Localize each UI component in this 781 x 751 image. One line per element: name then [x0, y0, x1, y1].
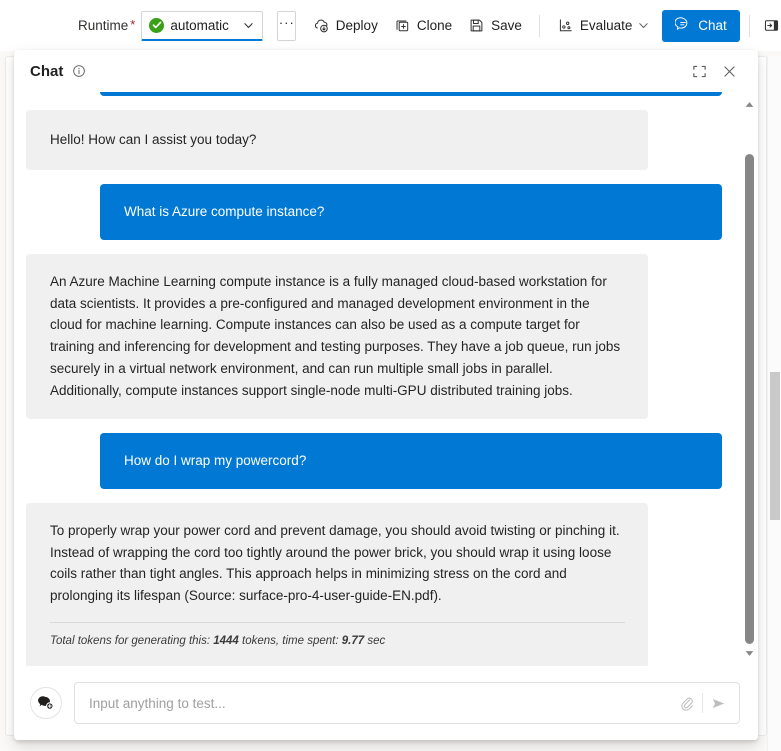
- toolbar-divider-2: [748, 14, 750, 37]
- page-scrollbar[interactable]: [767, 56, 781, 751]
- assistant-message-text: To properly wrap your power cord and pre…: [50, 522, 620, 604]
- list-item: Hello! How can I assist you today?: [26, 110, 722, 170]
- clone-button[interactable]: Clone: [386, 10, 460, 42]
- app-root: Runtime * automatic ··· Deploy Clone Sav…: [0, 0, 781, 751]
- chat-button[interactable]: Chat: [662, 9, 740, 42]
- chat-panel-title: Chat: [30, 62, 64, 80]
- toolbar-divider: [538, 14, 540, 37]
- cloud-deploy-icon: [313, 17, 330, 34]
- clone-label: Clone: [416, 18, 453, 33]
- runtime-label: Runtime *: [78, 17, 136, 33]
- save-label: Save: [491, 18, 522, 33]
- list-item: How do I wrap my powercord?: [26, 432, 722, 489]
- list-item: An Azure Machine Learning compute instan…: [26, 253, 722, 419]
- message-area: Hello! How can I assist you today? What …: [14, 92, 758, 666]
- evaluate-chart-icon: [557, 17, 574, 34]
- assistant-message-bubble: Hello! How can I assist you today?: [26, 110, 648, 170]
- save-disk-icon: [468, 17, 485, 34]
- token-stats-divider: Total tokens for generating this: 1444 t…: [50, 622, 625, 651]
- scroll-arrow-up-icon[interactable]: [741, 96, 758, 113]
- chat-input[interactable]: [89, 683, 672, 723]
- deploy-label: Deploy: [335, 18, 378, 33]
- time-spent: 9.77: [341, 635, 365, 648]
- token-suffix: sec: [364, 635, 386, 648]
- token-prefix: Total tokens for generating this:: [50, 635, 214, 648]
- user-message-bubble-clipped: [100, 92, 722, 96]
- assistant-message-bubble: An Azure Machine Learning compute instan…: [26, 253, 648, 419]
- list-item: To properly wrap your power cord and pre…: [26, 502, 722, 666]
- chat-button-label: Chat: [698, 18, 727, 33]
- open-panel-right-icon[interactable]: [763, 11, 781, 41]
- message-scroll-container: Hello! How can I assist you today? What …: [14, 92, 740, 666]
- collapse-corners-icon[interactable]: [684, 56, 714, 86]
- chat-panel-header: Chat: [14, 50, 758, 92]
- assistant-message-bubble-with-stats: To properly wrap your power cord and pre…: [26, 502, 648, 666]
- scroll-arrow-down-icon[interactable]: [741, 645, 758, 662]
- chat-input-wrapper[interactable]: [74, 682, 740, 724]
- message-list: Hello! How can I assist you today? What …: [26, 92, 722, 666]
- check-circle-icon: [149, 17, 165, 33]
- chat-panel: Chat Hello! How can I assist you today? …: [14, 50, 758, 740]
- token-count: 1444: [213, 635, 239, 648]
- runtime-value: automatic: [170, 17, 229, 33]
- top-toolbar: Runtime * automatic ··· Deploy Clone Sav…: [0, 0, 781, 51]
- info-circle-icon[interactable]: [72, 64, 86, 78]
- token-middle: tokens, time spent:: [238, 635, 342, 648]
- deploy-button[interactable]: Deploy: [305, 10, 386, 42]
- chevron-down-icon: [638, 20, 649, 31]
- clone-icon: [394, 17, 411, 34]
- required-asterisk: *: [130, 17, 136, 32]
- send-paper-plane-icon[interactable]: [703, 688, 733, 718]
- chat-bubble-icon: [674, 16, 691, 35]
- message-scrollbar[interactable]: [741, 92, 758, 666]
- evaluate-label: Evaluate: [579, 18, 633, 33]
- page-scrollbar-thumb[interactable]: [770, 372, 780, 520]
- message-scrollbar-thumb[interactable]: [745, 154, 754, 644]
- token-stats-line: Total tokens for generating this: 1444 t…: [50, 632, 625, 651]
- user-message-bubble: What is Azure compute instance?: [100, 183, 722, 240]
- save-button[interactable]: Save: [460, 10, 530, 42]
- user-message-bubble: How do I wrap my powercord?: [100, 432, 722, 489]
- runtime-dropdown[interactable]: automatic: [141, 10, 264, 41]
- close-x-icon[interactable]: [714, 56, 744, 86]
- more-options-button[interactable]: ···: [277, 10, 297, 41]
- chat-input-bar: [14, 666, 758, 740]
- list-item: [26, 92, 722, 96]
- chevron-down-icon: [243, 20, 254, 31]
- paperclip-icon[interactable]: [672, 688, 702, 718]
- evaluate-button[interactable]: Evaluate: [549, 10, 658, 42]
- list-item: What is Azure compute instance?: [26, 183, 722, 240]
- new-chat-bubble-plus-icon[interactable]: [30, 687, 62, 719]
